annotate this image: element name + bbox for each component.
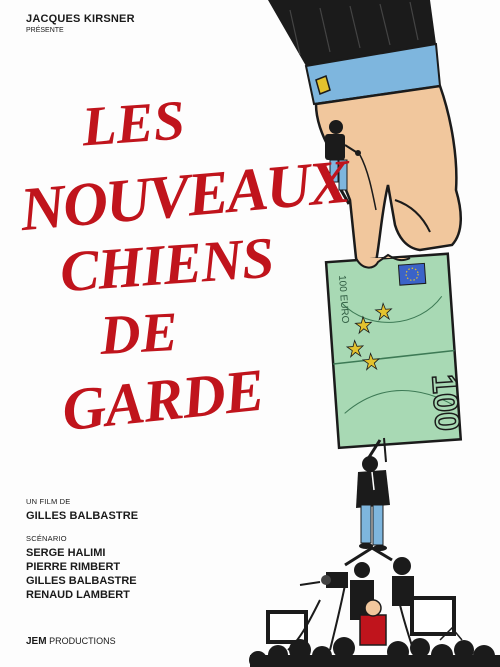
writer-name: GILLES BALBASTRE [26,575,137,587]
tv-screen [266,610,308,644]
screenplay-label: SCÉNARIO [26,534,67,543]
writer-name: PIERRE RIMBERT [26,561,121,573]
production-company: JEM PRODUCTIONS [26,636,116,647]
title-line-4: DE [98,301,180,367]
banknote-denomination: 100 [424,373,466,432]
director-name: GILLES BALBASTRE [26,510,139,522]
producer-brand: JEM [26,636,47,647]
title-line-3: CHIENS [57,224,276,305]
presenter-verb: PRÉSENTE [26,27,64,34]
credits-block: UN FILM DE GILLES BALBASTRE SCÉNARIO SER… [26,497,138,602]
movie-poster: 100 EURO 100 JACQUES KIRSNER PRÉSENTE LE… [0,0,500,667]
producer-suffix: PRODUCTIONS [46,636,116,646]
journalist-crowd [249,546,500,667]
writers-list: SERGE HALIMI PIERRE RIMBERT GILLES BALBA… [26,546,138,602]
tv-screen [410,596,456,636]
hanging-man [356,437,390,551]
writer-name: RENAUD LAMBERT [26,589,130,601]
film-by-label: UN FILM DE [26,497,71,506]
writer-name: SERGE HALIMI [26,547,106,559]
euro-banknote: 100 EURO 100 [324,252,467,450]
presenter-block: JACQUES KIRSNER PRÉSENTE [26,13,135,34]
eu-flag [397,262,427,286]
title-line-1: LES [79,89,187,159]
presenter-name: JACQUES KIRSNER [26,13,135,25]
